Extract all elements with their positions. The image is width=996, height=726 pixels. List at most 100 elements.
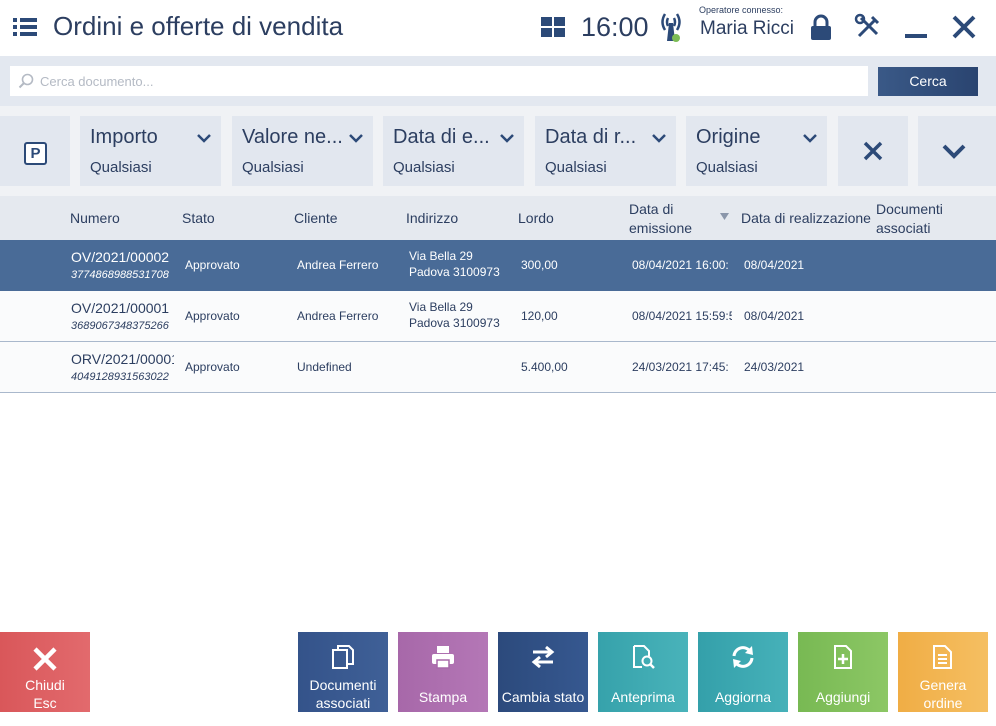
cell-data-realizzazione: 08/04/2021 (744, 258, 805, 272)
cell-numero: ORV/2021/00001 (71, 351, 174, 367)
chevron-down-icon (652, 134, 666, 143)
column-header-data-realizzazione[interactable]: Data di realizzazione (741, 209, 871, 228)
clock: 16:00 (581, 12, 649, 42)
filter-value: Qualsiasi (545, 159, 607, 176)
cell-data-realizzazione: 08/04/2021 (744, 309, 805, 323)
table-row[interactable]: OV/2021/00001 3689067348375266 Approvato… (0, 291, 996, 342)
filter-value: Qualsiasi (242, 159, 304, 176)
filter-label: Data di r... (545, 126, 637, 148)
filter-label: Valore ne... (242, 126, 343, 148)
filter-data-emissione[interactable]: Data di e... Qualsiasi (383, 116, 524, 186)
column-header-numero[interactable]: Numero (70, 209, 120, 228)
page-title: Ordini e offerte di vendita (53, 11, 344, 41)
filter-label: Origine (696, 126, 761, 148)
filter-origine[interactable]: Origine Qualsiasi (686, 116, 827, 186)
search-icon (18, 73, 34, 89)
refresh-icon (732, 646, 754, 668)
search-button[interactable]: Cerca (878, 67, 978, 96)
add-document-icon (834, 645, 852, 669)
filter-valore-netto[interactable]: Valore ne... Qualsiasi (232, 116, 373, 186)
cell-cliente: Andrea Ferrero (297, 309, 379, 323)
preview-button[interactable]: Anteprima (598, 632, 688, 712)
cell-cliente: Undefined (297, 360, 352, 374)
column-header-documenti-associati[interactable]: Documenti associati (876, 200, 943, 238)
cell-indirizzo: Via Bella 29 (409, 249, 473, 263)
menu-icon[interactable] (12, 14, 38, 40)
cell-codice: 3689067348375266 (71, 320, 169, 332)
operator-caption: Operatore connesso: (699, 5, 784, 15)
change-status-label: Cambia stato (501, 689, 585, 705)
column-header-line: associati (876, 220, 931, 236)
filter-data-realizzazione[interactable]: Data di r... Qualsiasi (535, 116, 676, 186)
cell-indirizzo: Via Bella 29 (409, 300, 473, 314)
printer-icon (432, 646, 454, 669)
refresh-label: Aggiorna (714, 689, 772, 705)
close-icon[interactable] (949, 12, 979, 42)
swap-arrows-icon (531, 645, 555, 669)
add-label: Aggiungi (815, 689, 871, 705)
associated-documents-button[interactable]: Documenti associati (298, 632, 388, 712)
filters-bar: P Importo Qualsiasi Valore ne... Qualsia… (0, 106, 996, 196)
add-button[interactable]: Aggiungi (798, 632, 888, 712)
cell-codice: 4049128931563022 (71, 371, 169, 383)
cell-indirizzo-citta: Padova 3100973 (409, 265, 500, 279)
chevron-down-icon (942, 144, 966, 159)
parking-filter-button[interactable]: P (0, 116, 70, 186)
associated-documents-label: associati (315, 695, 371, 711)
column-header-line: Documenti (876, 201, 943, 217)
filter-importo[interactable]: Importo Qualsiasi (80, 116, 221, 186)
column-header-line: emissione (629, 220, 693, 236)
search-bar: Cerca (0, 56, 996, 106)
cell-numero: OV/2021/00002 (71, 249, 170, 265)
filter-label: Importo (90, 126, 158, 148)
close-button[interactable]: Chiudi Esc (0, 632, 90, 712)
close-label: Chiudi (25, 677, 65, 693)
filter-value: Qualsiasi (696, 159, 758, 176)
tiles-icon[interactable] (540, 14, 566, 40)
table-header: Numero Stato Cliente Indirizzo Lordo Dat… (0, 196, 996, 240)
change-status-button[interactable]: Cambia stato (498, 632, 588, 712)
cell-indirizzo-citta: Padova 3100973 (409, 316, 500, 330)
table-row[interactable]: ORV/2021/00001 4049128931563022 Approvat… (0, 342, 996, 393)
parking-icon: P (24, 142, 47, 165)
chevron-down-icon (500, 134, 514, 143)
generate-document-icon (933, 645, 952, 669)
cell-data-emissione: 08/04/2021 16:00: (632, 258, 729, 272)
search-box (10, 66, 868, 96)
cell-cliente: Andrea Ferrero (297, 258, 379, 272)
column-header-stato[interactable]: Stato (182, 209, 215, 228)
close-shortcut: Esc (33, 695, 57, 711)
column-header-cliente[interactable]: Cliente (294, 209, 338, 228)
lock-icon[interactable] (806, 12, 836, 42)
refresh-button[interactable]: Aggiorna (698, 632, 788, 712)
settings-tools-icon[interactable] (853, 12, 883, 42)
clear-filters-button[interactable] (838, 116, 908, 186)
app-header: Ordini e offerte di vendita 16:00 Operat… (0, 0, 996, 56)
preview-document-icon (633, 645, 655, 669)
search-input[interactable] (40, 66, 860, 96)
cell-stato: Approvato (185, 258, 240, 272)
print-label: Stampa (418, 689, 468, 705)
generate-order-button[interactable]: Genera ordine (898, 632, 988, 712)
documents-icon (332, 645, 354, 669)
action-bar: Chiudi Esc Documenti associati Stampa Ca… (0, 626, 996, 726)
table-row[interactable]: OV/2021/00002 3774868988531708 Approvato… (0, 240, 996, 291)
column-header-lordo[interactable]: Lordo (518, 209, 554, 228)
cell-data-emissione: 08/04/2021 15:59:5 (632, 309, 732, 323)
filter-value: Qualsiasi (393, 159, 455, 176)
expand-filters-button[interactable] (918, 116, 996, 186)
column-header-data-emissione[interactable]: Data di emissione (629, 200, 692, 238)
print-button[interactable]: Stampa (398, 632, 488, 712)
column-header-indirizzo[interactable]: Indirizzo (406, 209, 458, 228)
preview-label: Anteprima (611, 689, 675, 705)
filter-value: Qualsiasi (90, 159, 152, 176)
operator-name: Maria Ricci (700, 18, 794, 39)
sort-descending-icon[interactable] (720, 213, 729, 220)
cell-data-emissione: 24/03/2021 17:45: (632, 360, 729, 374)
chevron-down-icon (349, 134, 363, 143)
clear-icon (863, 141, 883, 161)
minimize-icon[interactable] (902, 12, 932, 42)
chevron-down-icon (803, 134, 817, 143)
close-icon (33, 647, 57, 671)
cell-lordo: 120,00 (521, 309, 558, 323)
